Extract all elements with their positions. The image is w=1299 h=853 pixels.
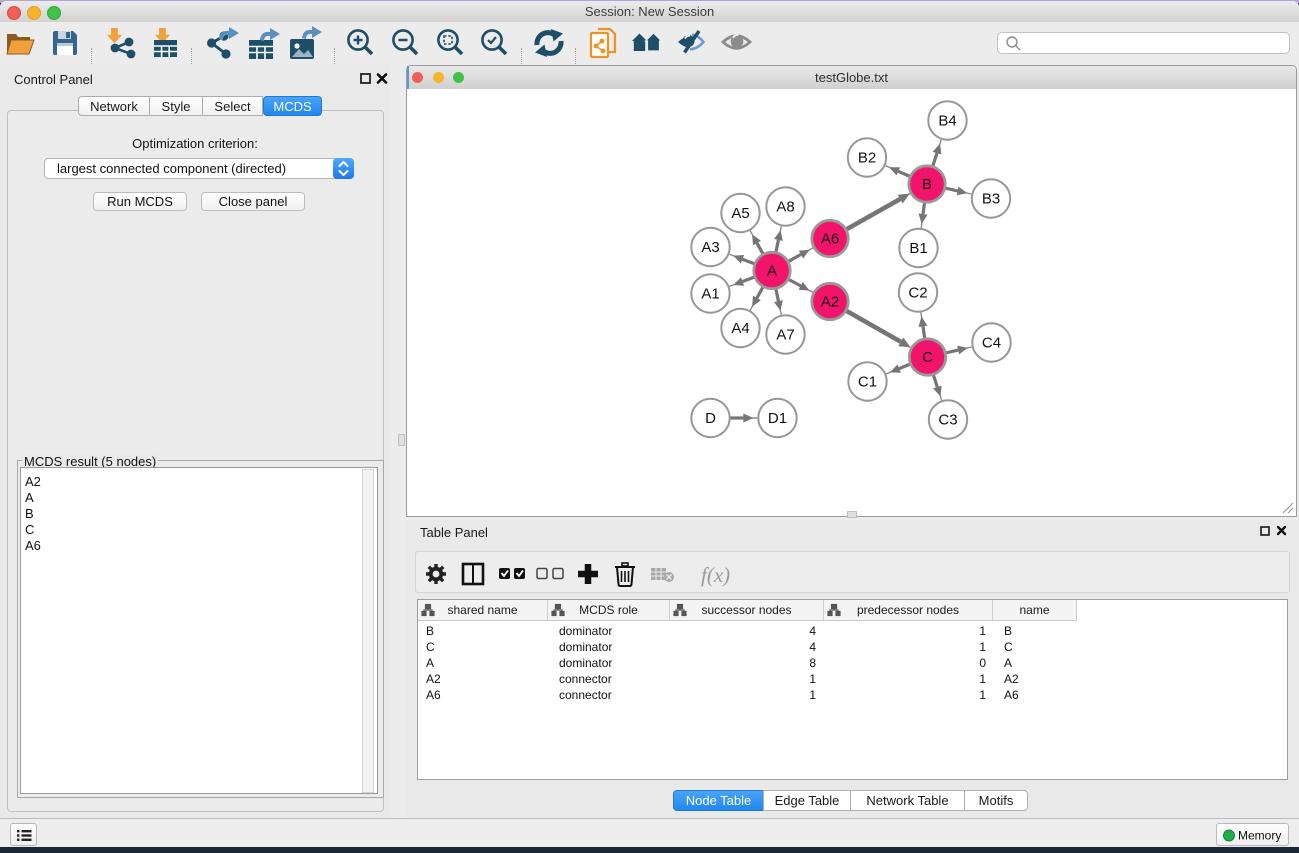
svg-text:A6: A6	[821, 231, 839, 248]
svg-text:A4: A4	[731, 320, 749, 337]
svg-text:C3: C3	[938, 412, 957, 429]
svg-text:B4: B4	[938, 113, 956, 130]
svg-text:C2: C2	[908, 285, 927, 302]
svg-text:B1: B1	[909, 240, 927, 257]
svg-text:B2: B2	[858, 150, 876, 167]
svg-text:C4: C4	[982, 335, 1001, 352]
svg-text:C: C	[922, 349, 933, 366]
svg-text:A8: A8	[776, 199, 794, 216]
svg-text:D1: D1	[768, 410, 787, 427]
svg-text:C1: C1	[858, 374, 877, 391]
svg-text:A3: A3	[701, 239, 719, 256]
svg-text:f(x): f(x)	[701, 563, 730, 587]
svg-text:D: D	[705, 410, 716, 427]
svg-text:A: A	[767, 263, 777, 280]
svg-text:A7: A7	[776, 327, 794, 344]
svg-text:A2: A2	[821, 294, 839, 311]
svg-text:B3: B3	[982, 191, 1000, 208]
svg-text:B: B	[922, 176, 932, 193]
svg-text:A5: A5	[731, 205, 749, 222]
svg-text:A1: A1	[701, 286, 719, 303]
svg-text:Memory: Memory	[1238, 829, 1281, 843]
